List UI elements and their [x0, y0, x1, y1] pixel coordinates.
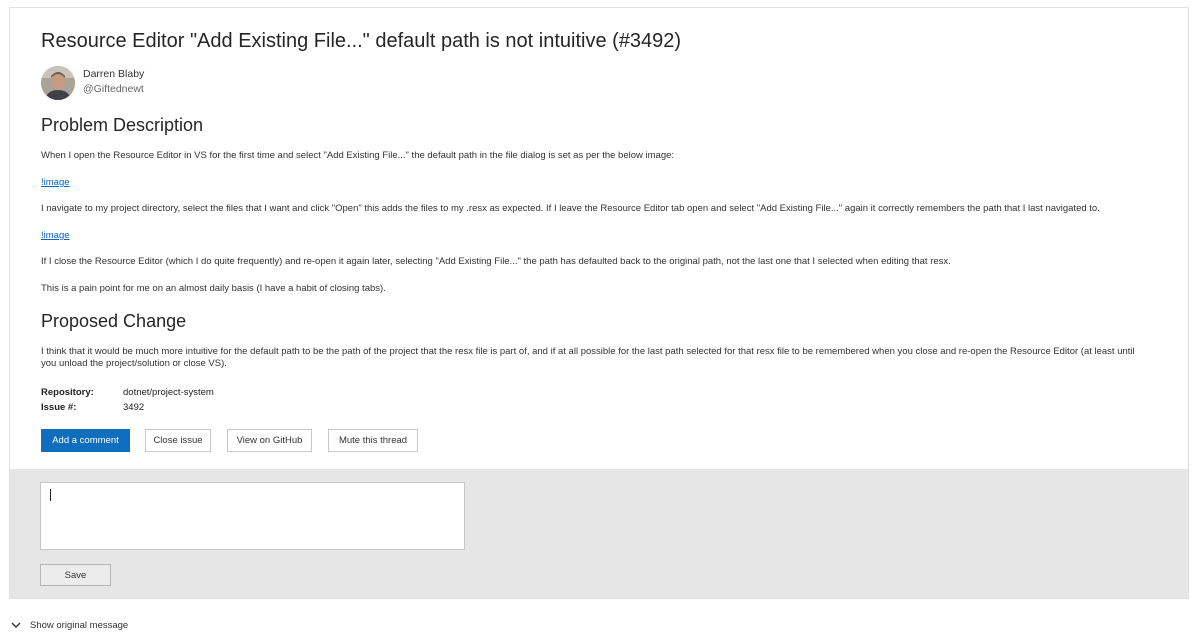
- proposed-heading: Proposed Change: [41, 311, 187, 331]
- repository-label: Repository:: [41, 387, 94, 398]
- problem-paragraph-4: This is a pain point for me on an almost…: [41, 283, 386, 294]
- problem-heading: Problem Description: [41, 115, 204, 135]
- issue-card: Resource Editor "Add Existing File..." d…: [9, 7, 1189, 599]
- compose-area: Save: [10, 469, 1188, 598]
- show-original-label: Show original message: [30, 619, 129, 631]
- proposed-paragraph: I think that it would be much more intui…: [41, 346, 1135, 369]
- image-link-2[interactable]: !image: [41, 230, 70, 241]
- avatar-image: [41, 66, 75, 100]
- problem-paragraph-2: I navigate to my project directory, sele…: [41, 203, 1100, 214]
- image-link-1[interactable]: !image: [41, 177, 70, 188]
- comment-textarea[interactable]: [40, 482, 465, 550]
- issue-content: Resource Editor "Add Existing File..." d…: [10, 8, 1188, 469]
- save-button[interactable]: Save: [40, 564, 111, 586]
- add-comment-button[interactable]: Add a comment: [41, 429, 130, 452]
- author-name[interactable]: Darren Blaby: [83, 68, 144, 80]
- issue-number-label: Issue #:: [41, 402, 77, 413]
- mute-thread-button[interactable]: Mute this thread: [328, 429, 418, 452]
- text-caret: [50, 489, 51, 501]
- issue-number-value: 3492: [123, 402, 145, 413]
- show-original-toggle[interactable]: Show original message: [10, 618, 128, 632]
- chevron-down-icon: [11, 622, 21, 628]
- issue-title: Resource Editor "Add Existing File..." d…: [41, 30, 682, 52]
- repository-value: dotnet/project-system: [123, 387, 214, 398]
- problem-paragraph-1: When I open the Resource Editor in VS fo…: [41, 150, 675, 161]
- close-issue-button[interactable]: Close issue: [145, 429, 211, 452]
- view-on-github-button[interactable]: View on GitHub: [227, 429, 312, 452]
- problem-paragraph-3: If I close the Resource Editor (which I …: [41, 256, 951, 267]
- author-handle: @Giftednewt: [83, 83, 144, 95]
- avatar[interactable]: [41, 66, 75, 100]
